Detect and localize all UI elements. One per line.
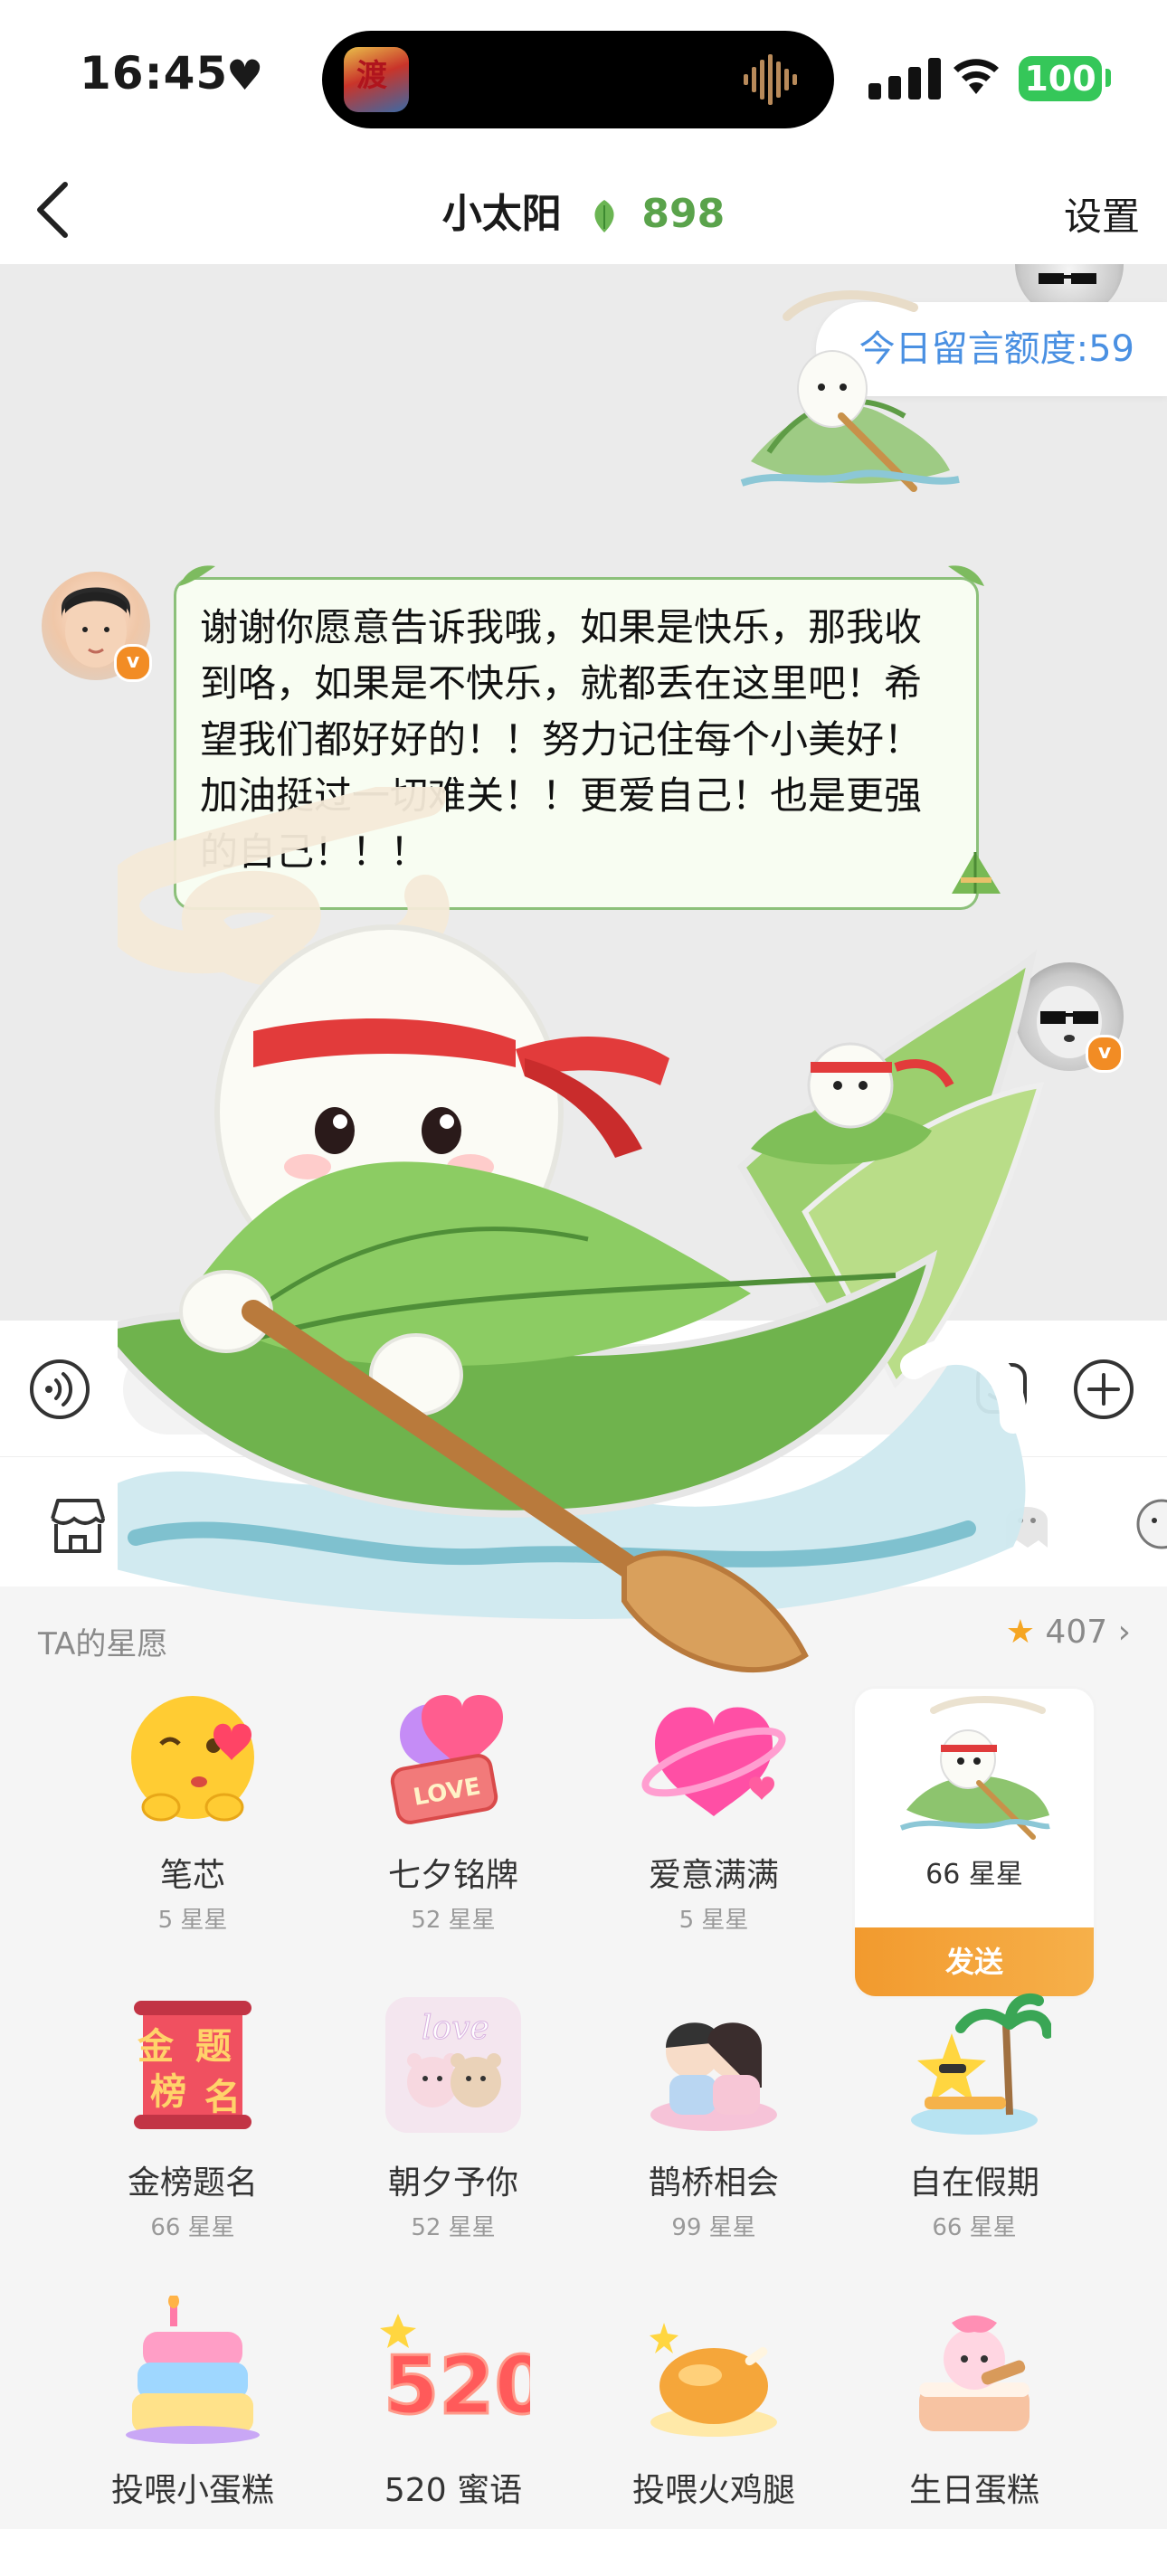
gift-item[interactable]: 投喂火鸡腿 bbox=[592, 2287, 836, 2576]
roast-chicken-icon bbox=[650, 2323, 777, 2437]
status-bar: 16:45 ♥ 渡 100 bbox=[0, 0, 1167, 154]
gift-name: 笔芯 bbox=[159, 1857, 225, 1894]
banner-char: 榜 bbox=[150, 2071, 186, 2113]
leaf-level-icon bbox=[594, 200, 614, 232]
zongzi-sticker-message[interactable] bbox=[733, 280, 968, 497]
message-bubble[interactable]: 谢谢你愿意告诉我哦，如果是快乐，那我收到咯，如果是不快乐，就都丢在这里吧！希望我… bbox=[174, 577, 979, 910]
mini-zongzi-sticker-icon bbox=[751, 1042, 954, 1165]
tool-row bbox=[0, 1456, 1167, 1587]
gift-name: 520 蜜语 bbox=[384, 2472, 523, 2509]
scroll-banner-icon: 金 题 榜 名 bbox=[134, 2001, 251, 2129]
gift-item[interactable]: love 朝夕予你 52 星星 bbox=[331, 1979, 575, 2268]
wish-star-count[interactable]: ★ 407 › bbox=[1006, 1614, 1131, 1651]
bubble-leaf-decoration-icon bbox=[948, 565, 984, 586]
gift-price: 52 星星 bbox=[411, 1907, 496, 1934]
wish-list-label[interactable]: TA的星愿 bbox=[38, 1619, 167, 1663]
kiss-emoji-icon bbox=[131, 1696, 254, 1822]
verified-badge: v bbox=[1086, 1035, 1124, 1073]
cellular-signal-icon bbox=[868, 58, 941, 99]
zongzi-boat-icon bbox=[899, 1696, 1050, 1840]
gift-name: 金榜题名 bbox=[127, 2164, 258, 2202]
gift-item[interactable]: 鹊桥相会 99 星星 bbox=[592, 1979, 836, 2268]
beach-star-icon bbox=[911, 1993, 1051, 2135]
gift-price: 66 星星 bbox=[925, 1859, 1023, 1890]
bubble-leaf-decoration-icon bbox=[179, 565, 215, 586]
intimacy-level: 898 bbox=[641, 191, 726, 237]
gift-item[interactable]: 爱意满满 5 星星 bbox=[592, 1672, 836, 1961]
banner-char: 名 bbox=[204, 2077, 241, 2118]
banner-char: 金 bbox=[137, 2026, 175, 2068]
wifi-icon bbox=[954, 59, 999, 94]
emoji-icon[interactable] bbox=[975, 1362, 1028, 1415]
settings-button[interactable]: 设置 bbox=[1064, 186, 1140, 242]
gift-name: 生日蛋糕 bbox=[908, 2472, 1039, 2509]
mascot-sticker-icon[interactable] bbox=[1134, 1493, 1167, 1557]
small-cake-icon bbox=[126, 2296, 260, 2444]
love-plaque-icon: LOVE bbox=[390, 1695, 503, 1824]
gift-item[interactable]: 投喂小蛋糕 bbox=[71, 2287, 315, 2576]
gift-item[interactable]: 金 题 榜 名 金榜题名 66 星星 bbox=[71, 1979, 315, 2268]
plus-icon[interactable] bbox=[1073, 1359, 1134, 1420]
gift-price: 99 星星 bbox=[671, 2214, 756, 2241]
gift-name: 自在假期 bbox=[908, 2164, 1039, 2202]
contact-name: 小太阳 bbox=[441, 191, 562, 237]
gift-item[interactable]: 生日蛋糕 bbox=[852, 2287, 1096, 2576]
message-input[interactable] bbox=[123, 1344, 991, 1435]
shop-icon[interactable] bbox=[45, 1493, 110, 1557]
gift-name: 七夕铭牌 bbox=[387, 1857, 518, 1894]
gift-price: 5 星星 bbox=[157, 1907, 228, 1934]
star-icon: ★ bbox=[1005, 1614, 1035, 1651]
gift-name: 朝夕予你 bbox=[387, 2164, 518, 2202]
planet-heart-icon bbox=[641, 1707, 786, 1816]
gift-name: 投喂小蛋糕 bbox=[110, 2472, 274, 2509]
status-time: 16:45 bbox=[80, 47, 229, 99]
battery-indicator: 100 bbox=[1019, 56, 1102, 101]
app-icon-text: 渡 bbox=[356, 58, 387, 94]
top-nav: 小太阳 898 设置 bbox=[0, 154, 1167, 264]
gift-panel: TA的星愿 ★ 407 › 笔芯 5 星星 LOVE 七夕铭牌 52 星星 爱意… bbox=[0, 1586, 1167, 2529]
birthday-cake-icon bbox=[919, 2316, 1029, 2431]
audio-wave-icon bbox=[744, 54, 797, 105]
gift-item[interactable]: 520 520 蜜语 bbox=[331, 2287, 575, 2576]
chat-area[interactable]: 今日留言额度:59 v 谢谢你愿意告诉我哦，如果是快乐，那我收到咯，如果是不快乐… bbox=[0, 264, 1167, 1321]
love-script-text: love bbox=[422, 2010, 489, 2047]
verified-badge: v bbox=[114, 644, 152, 682]
gift-price: 66 星星 bbox=[932, 2214, 1017, 2241]
bubble-zongzi-decoration-icon bbox=[952, 852, 1001, 894]
gift-item-selected[interactable]: 66 星星 发送 bbox=[852, 1686, 1096, 1999]
gift-name: 爱意满满 bbox=[648, 1857, 779, 1894]
balloon-number: 520 bbox=[384, 2339, 530, 2432]
gift-price: 66 星星 bbox=[150, 2214, 235, 2241]
star-count: 407 bbox=[1045, 1614, 1108, 1651]
chevron-right-icon: › bbox=[1117, 1614, 1131, 1651]
dynamic-island[interactable]: 渡 bbox=[322, 31, 834, 128]
couple-bridge-icon bbox=[650, 2022, 777, 2131]
banner-char: 题 bbox=[195, 2026, 232, 2068]
gift-price: 5 星星 bbox=[678, 1907, 749, 1934]
gift-item[interactable]: 笔芯 5 星星 bbox=[71, 1672, 315, 1961]
gift-name: 鹊桥相会 bbox=[648, 2164, 779, 2202]
message-input-bar bbox=[0, 1321, 1167, 1456]
heart-icon: ♥ bbox=[226, 51, 264, 99]
gift-item[interactable]: 自在假期 66 星星 bbox=[852, 1979, 1096, 2268]
battery-tip bbox=[1105, 69, 1111, 87]
app-icon: 渡 bbox=[344, 47, 409, 112]
520-balloon-icon: 520 bbox=[380, 2314, 530, 2434]
gift-item[interactable]: LOVE 七夕铭牌 52 星星 bbox=[331, 1672, 575, 1961]
gift-name: 投喂火鸡腿 bbox=[631, 2472, 795, 2509]
chat-title: 小太阳 898 bbox=[0, 181, 1167, 239]
gift-price: 52 星星 bbox=[411, 2214, 496, 2241]
voice-input-icon[interactable] bbox=[29, 1359, 90, 1420]
ghost-sticker-icon[interactable] bbox=[995, 1497, 1058, 1551]
bear-couple-icon: love bbox=[385, 1997, 521, 2133]
